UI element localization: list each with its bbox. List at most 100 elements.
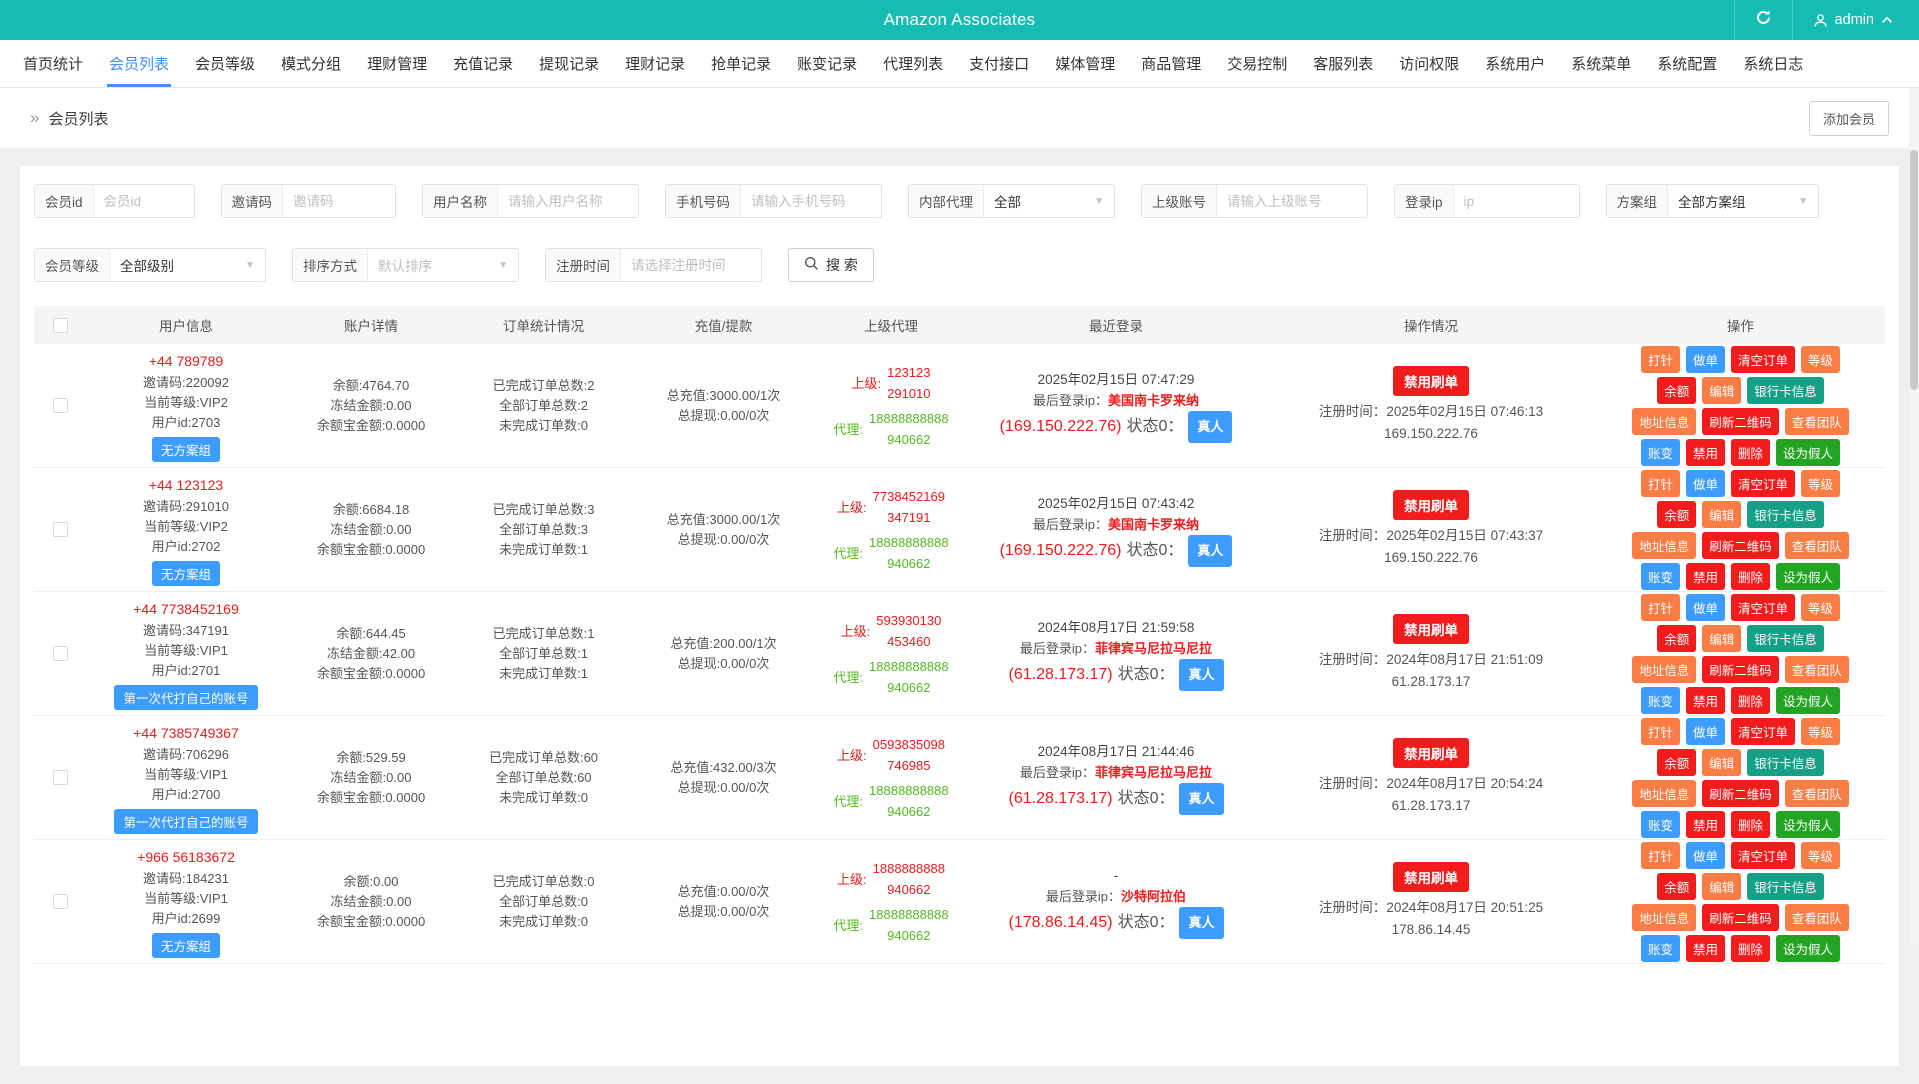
internal-agent-select[interactable]: 全部 ▼: [984, 185, 1114, 217]
nav-tab-11[interactable]: 支付接口: [956, 40, 1042, 87]
action-button-刷新二维码[interactable]: 刷新二维码: [1702, 656, 1779, 683]
parent-account-2[interactable]: 453460: [876, 631, 941, 652]
action-button-清空订单[interactable]: 清空订单: [1731, 470, 1795, 497]
agent-account-1[interactable]: 18888888888: [869, 532, 949, 553]
action-button-查看团队[interactable]: 查看团队: [1785, 532, 1849, 559]
real-user-badge[interactable]: 真人: [1188, 411, 1232, 443]
action-button-余额[interactable]: 余额: [1657, 377, 1696, 404]
action-button-查看团队[interactable]: 查看团队: [1785, 904, 1849, 931]
user-phone[interactable]: +44 123123: [149, 474, 223, 496]
agent-account-1[interactable]: 18888888888: [869, 904, 949, 925]
login-ip-input[interactable]: [1454, 185, 1579, 217]
action-button-查看团队[interactable]: 查看团队: [1785, 656, 1849, 683]
nav-tab-10[interactable]: 代理列表: [870, 40, 956, 87]
agent-account-2[interactable]: 940662: [869, 553, 949, 574]
user-phone[interactable]: +44 7385749367: [133, 722, 239, 744]
action-button-打针[interactable]: 打针: [1641, 594, 1680, 621]
plan-group-badge[interactable]: 第一次代打自己的账号: [114, 809, 257, 834]
action-button-做单[interactable]: 做单: [1686, 346, 1725, 373]
action-button-银行卡信息[interactable]: 银行卡信息: [1747, 501, 1824, 528]
agent-account-2[interactable]: 940662: [869, 677, 949, 698]
action-button-等级[interactable]: 等级: [1801, 842, 1840, 869]
parent-account-1[interactable]: 123123: [887, 362, 930, 383]
nav-tab-4[interactable]: 理财管理: [354, 40, 440, 87]
action-button-刷新二维码[interactable]: 刷新二维码: [1702, 904, 1779, 931]
parent-account-2[interactable]: 291010: [887, 383, 930, 404]
action-button-删除[interactable]: 删除: [1731, 439, 1770, 466]
invite-code-input[interactable]: [283, 185, 395, 217]
action-button-禁用[interactable]: 禁用: [1686, 811, 1725, 838]
action-button-删除[interactable]: 删除: [1731, 687, 1770, 714]
member-level-select[interactable]: 全部级别 ▼: [110, 249, 265, 281]
row-checkbox[interactable]: [53, 522, 68, 537]
search-button[interactable]: 搜 索: [788, 248, 874, 282]
action-button-等级[interactable]: 等级: [1801, 470, 1840, 497]
action-button-清空订单[interactable]: 清空订单: [1731, 718, 1795, 745]
nav-tab-19[interactable]: 系统配置: [1644, 40, 1730, 87]
nav-tab-8[interactable]: 抢单记录: [698, 40, 784, 87]
nav-tab-3[interactable]: 模式分组: [268, 40, 354, 87]
agent-account-2[interactable]: 940662: [869, 925, 949, 946]
row-checkbox[interactable]: [53, 770, 68, 785]
action-button-打针[interactable]: 打针: [1641, 842, 1680, 869]
action-button-编辑[interactable]: 编辑: [1702, 377, 1741, 404]
action-button-做单[interactable]: 做单: [1686, 842, 1725, 869]
action-button-设为假人[interactable]: 设为假人: [1776, 439, 1840, 466]
row-checkbox[interactable]: [53, 646, 68, 661]
action-button-编辑[interactable]: 编辑: [1702, 625, 1741, 652]
action-button-刷新二维码[interactable]: 刷新二维码: [1702, 532, 1779, 559]
ban-order-badge[interactable]: 禁用刷单: [1393, 366, 1469, 396]
nav-tab-15[interactable]: 客服列表: [1300, 40, 1386, 87]
parent-account-2[interactable]: 940662: [873, 879, 945, 900]
action-button-清空订单[interactable]: 清空订单: [1731, 842, 1795, 869]
action-button-地址信息[interactable]: 地址信息: [1632, 780, 1696, 807]
action-button-账变[interactable]: 账变: [1641, 563, 1680, 590]
action-button-银行卡信息[interactable]: 银行卡信息: [1747, 873, 1824, 900]
action-button-设为假人[interactable]: 设为假人: [1776, 563, 1840, 590]
select-all-checkbox[interactable]: [53, 318, 68, 333]
member-id-input[interactable]: [94, 185, 194, 217]
action-button-地址信息[interactable]: 地址信息: [1632, 904, 1696, 931]
user-menu[interactable]: admin: [1793, 0, 1919, 40]
nav-tab-20[interactable]: 系统日志: [1730, 40, 1816, 87]
nav-tab-7[interactable]: 理财记录: [612, 40, 698, 87]
plan-group-select[interactable]: 全部方案组 ▼: [1668, 185, 1818, 217]
action-button-账变[interactable]: 账变: [1641, 687, 1680, 714]
agent-account-2[interactable]: 940662: [869, 801, 949, 822]
agent-account-1[interactable]: 18888888888: [869, 408, 949, 429]
action-button-删除[interactable]: 删除: [1731, 563, 1770, 590]
parent-account-2[interactable]: 347191: [873, 507, 945, 528]
parent-account-1[interactable]: 0593835098: [873, 734, 945, 755]
phone-input[interactable]: [741, 185, 881, 217]
nav-tab-2[interactable]: 会员等级: [182, 40, 268, 87]
ban-order-badge[interactable]: 禁用刷单: [1393, 862, 1469, 892]
action-button-刷新二维码[interactable]: 刷新二维码: [1702, 780, 1779, 807]
plan-group-badge[interactable]: 无方案组: [152, 561, 220, 586]
action-button-编辑[interactable]: 编辑: [1702, 873, 1741, 900]
action-button-地址信息[interactable]: 地址信息: [1632, 408, 1696, 435]
action-button-设为假人[interactable]: 设为假人: [1776, 935, 1840, 962]
nav-tab-6[interactable]: 提现记录: [526, 40, 612, 87]
parent-account-2[interactable]: 746985: [873, 755, 945, 776]
action-button-禁用[interactable]: 禁用: [1686, 935, 1725, 962]
action-button-禁用[interactable]: 禁用: [1686, 439, 1725, 466]
action-button-查看团队[interactable]: 查看团队: [1785, 408, 1849, 435]
username-input[interactable]: [498, 185, 638, 217]
action-button-禁用[interactable]: 禁用: [1686, 563, 1725, 590]
parent-account-1[interactable]: 593930130: [876, 610, 941, 631]
action-button-账变[interactable]: 账变: [1641, 811, 1680, 838]
action-button-账变[interactable]: 账变: [1641, 935, 1680, 962]
action-button-设为假人[interactable]: 设为假人: [1776, 687, 1840, 714]
action-button-做单[interactable]: 做单: [1686, 470, 1725, 497]
action-button-地址信息[interactable]: 地址信息: [1632, 656, 1696, 683]
parent-account-1[interactable]: 1888888888: [873, 858, 945, 879]
action-button-做单[interactable]: 做单: [1686, 718, 1725, 745]
nav-tab-0[interactable]: 首页统计: [10, 40, 96, 87]
user-phone[interactable]: +44 789789: [149, 350, 223, 372]
ban-order-badge[interactable]: 禁用刷单: [1393, 614, 1469, 644]
action-button-等级[interactable]: 等级: [1801, 594, 1840, 621]
action-button-等级[interactable]: 等级: [1801, 718, 1840, 745]
row-checkbox[interactable]: [53, 894, 68, 909]
register-time-input[interactable]: [621, 249, 761, 281]
action-button-做单[interactable]: 做单: [1686, 594, 1725, 621]
